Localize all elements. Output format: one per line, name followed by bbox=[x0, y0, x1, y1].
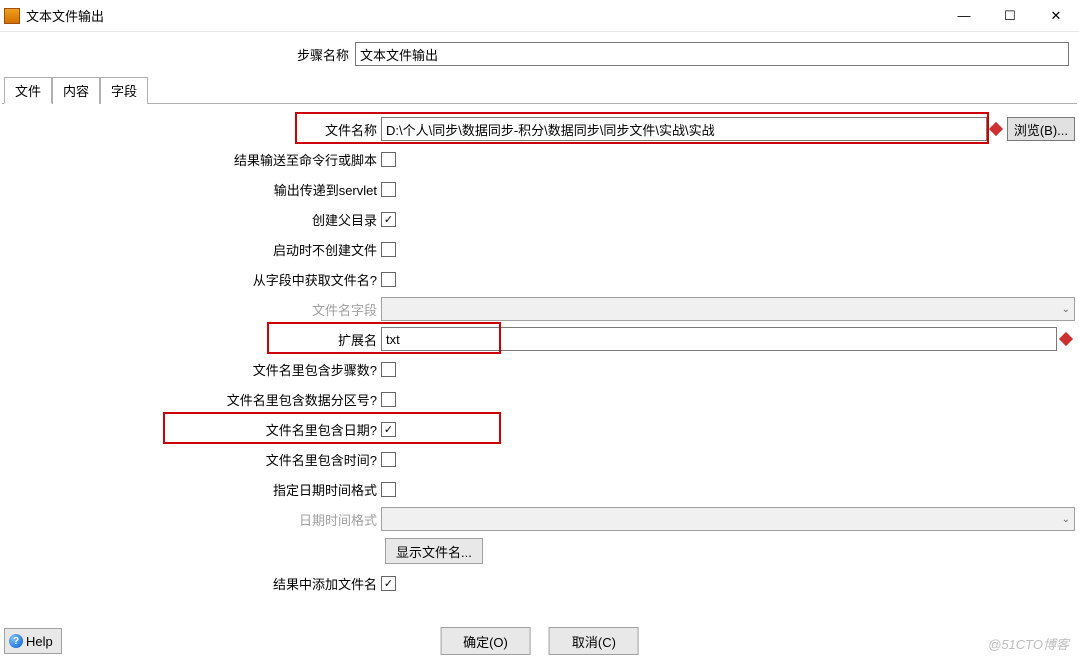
cancel-button[interactable]: 取消(C) bbox=[549, 627, 639, 655]
dialog-content: 步骤名称 文件 内容 字段 文件名称 浏览(B)... 结果输送至命令行或脚本 … bbox=[0, 32, 1079, 602]
row-filename: 文件名称 浏览(B)... bbox=[2, 114, 1075, 144]
tab-content[interactable]: 内容 bbox=[52, 77, 100, 104]
ok-button[interactable]: 确定(O) bbox=[440, 627, 531, 655]
extension-input[interactable] bbox=[381, 327, 1057, 351]
create-parent-label: 创建父目录 bbox=[2, 210, 381, 229]
row-output-servlet: 输出传递到servlet bbox=[2, 174, 1075, 204]
row-no-create-start: 启动时不创建文件 bbox=[2, 234, 1075, 264]
fn-field-label: 文件名字段 bbox=[2, 300, 381, 319]
specify-format-label: 指定日期时间格式 bbox=[2, 480, 381, 499]
file-name-input[interactable] bbox=[381, 117, 987, 141]
titlebar: 文本文件输出 — ☐ ✕ bbox=[0, 0, 1079, 32]
help-icon: ? bbox=[9, 634, 23, 648]
variable-indicator-icon bbox=[989, 122, 1003, 136]
step-name-input[interactable] bbox=[355, 42, 1069, 66]
maximize-button[interactable]: ☐ bbox=[987, 0, 1033, 32]
close-button[interactable]: ✕ bbox=[1033, 0, 1079, 32]
step-name-label: 步骤名称 bbox=[297, 45, 349, 64]
row-include-step: 文件名里包含步骤数? bbox=[2, 354, 1075, 384]
file-name-label: 文件名称 bbox=[2, 120, 381, 139]
chevron-down-icon: ⌄ bbox=[1062, 514, 1070, 525]
row-include-time: 文件名里包含时间? bbox=[2, 444, 1075, 474]
row-add-fn-result: 结果中添加文件名 ✓ bbox=[2, 568, 1075, 598]
date-format-label: 日期时间格式 bbox=[2, 510, 381, 529]
create-parent-checkbox[interactable]: ✓ bbox=[381, 212, 396, 227]
row-output-cmd: 结果输送至命令行或脚本 bbox=[2, 144, 1075, 174]
include-date-checkbox[interactable]: ✓ bbox=[381, 422, 396, 437]
row-fn-from-field: 从字段中获取文件名? bbox=[2, 264, 1075, 294]
browse-button[interactable]: 浏览(B)... bbox=[1007, 117, 1075, 141]
form-area: 文件名称 浏览(B)... 结果输送至命令行或脚本 输出传递到servlet 创… bbox=[2, 114, 1077, 598]
watermark-text: @51CTO博客 bbox=[988, 634, 1069, 653]
variable-indicator-icon bbox=[1059, 332, 1073, 346]
row-date-format: 日期时间格式 ⌄ bbox=[2, 504, 1075, 534]
fn-from-field-checkbox[interactable] bbox=[381, 272, 396, 287]
help-button-label: Help bbox=[26, 634, 53, 649]
add-fn-result-label: 结果中添加文件名 bbox=[2, 574, 381, 593]
include-step-checkbox[interactable] bbox=[381, 362, 396, 377]
dialog-buttons: 确定(O) 取消(C) bbox=[440, 627, 639, 655]
include-partition-checkbox[interactable] bbox=[381, 392, 396, 407]
tab-fields[interactable]: 字段 bbox=[100, 77, 148, 104]
row-fn-field: 文件名字段 ⌄ bbox=[2, 294, 1075, 324]
output-cmd-label: 结果输送至命令行或脚本 bbox=[2, 150, 381, 169]
tab-bar: 文件 内容 字段 bbox=[2, 76, 1077, 104]
app-icon bbox=[4, 8, 20, 24]
no-create-start-label: 启动时不创建文件 bbox=[2, 240, 381, 259]
window-controls: — ☐ ✕ bbox=[941, 0, 1079, 32]
include-date-label: 文件名里包含日期? bbox=[2, 420, 381, 439]
window-title: 文本文件输出 bbox=[26, 6, 941, 25]
specify-format-checkbox[interactable] bbox=[381, 482, 396, 497]
bottom-bar: ? Help 确定(O) 取消(C) bbox=[0, 623, 1079, 659]
row-create-parent: 创建父目录 ✓ bbox=[2, 204, 1075, 234]
no-create-start-checkbox[interactable] bbox=[381, 242, 396, 257]
add-fn-result-checkbox[interactable]: ✓ bbox=[381, 576, 396, 591]
help-button[interactable]: ? Help bbox=[4, 628, 62, 654]
show-filename-button[interactable]: 显示文件名... bbox=[385, 538, 483, 564]
include-step-label: 文件名里包含步骤数? bbox=[2, 360, 381, 379]
extension-label: 扩展名 bbox=[2, 330, 381, 349]
row-specify-format: 指定日期时间格式 bbox=[2, 474, 1075, 504]
output-cmd-checkbox[interactable] bbox=[381, 152, 396, 167]
row-extension: 扩展名 bbox=[2, 324, 1075, 354]
minimize-button[interactable]: — bbox=[941, 0, 987, 32]
row-show-filename: 显示文件名... bbox=[2, 534, 1075, 568]
output-servlet-checkbox[interactable] bbox=[381, 182, 396, 197]
include-time-label: 文件名里包含时间? bbox=[2, 450, 381, 469]
fn-from-field-label: 从字段中获取文件名? bbox=[2, 270, 381, 289]
chevron-down-icon: ⌄ bbox=[1062, 304, 1070, 315]
date-format-dropdown[interactable]: ⌄ bbox=[381, 507, 1075, 531]
step-name-row: 步骤名称 bbox=[2, 42, 1077, 66]
include-time-checkbox[interactable] bbox=[381, 452, 396, 467]
fn-field-dropdown[interactable]: ⌄ bbox=[381, 297, 1075, 321]
tab-file[interactable]: 文件 bbox=[4, 77, 52, 104]
output-servlet-label: 输出传递到servlet bbox=[2, 180, 381, 199]
row-include-partition: 文件名里包含数据分区号? bbox=[2, 384, 1075, 414]
include-partition-label: 文件名里包含数据分区号? bbox=[2, 390, 381, 409]
row-include-date: 文件名里包含日期? ✓ bbox=[2, 414, 1075, 444]
